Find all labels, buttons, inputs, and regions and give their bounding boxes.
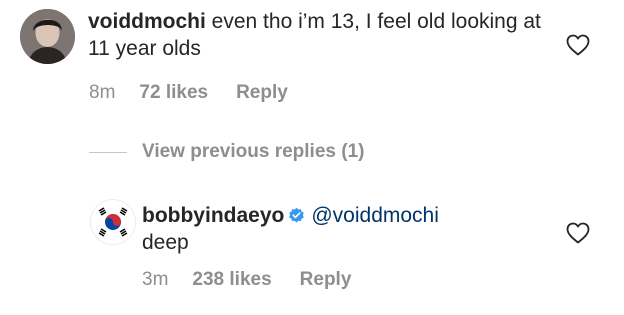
comment-likes[interactable]: 72 likes xyxy=(139,82,208,103)
heart-outline-icon[interactable] xyxy=(566,222,590,244)
replies-divider xyxy=(89,152,127,153)
heart-outline-icon[interactable] xyxy=(566,34,590,56)
reply-avatar[interactable] xyxy=(91,200,135,244)
comment-username[interactable]: voiddmochi xyxy=(88,10,206,33)
comments-section: voiddmochi even tho i’m 13, I feel old l… xyxy=(0,0,624,315)
reply-reply-button[interactable]: Reply xyxy=(300,269,352,290)
verified-badge-icon xyxy=(289,207,305,223)
comment-timestamp: 8m xyxy=(89,82,116,103)
reply-username[interactable]: bobbyindaeyo xyxy=(142,204,284,227)
reply-likes[interactable]: 238 likes xyxy=(192,269,271,290)
comment-reply-button[interactable]: Reply xyxy=(236,82,288,103)
avatar[interactable] xyxy=(20,9,75,64)
reply-mention[interactable]: @voiddmochi xyxy=(311,204,439,227)
comment-meta: 8m 72 likes Reply xyxy=(89,82,288,104)
reply-text: deep xyxy=(142,231,189,254)
reply-timestamp: 3m xyxy=(142,269,169,290)
view-previous-replies-button[interactable]: View previous replies (1) xyxy=(142,141,364,163)
comment-body: voiddmochi even tho i’m 13, I feel old l… xyxy=(88,8,543,62)
reply-meta: 3m 238 likes Reply xyxy=(142,269,351,291)
reply-body: bobbyindaeyo @voiddmochi deep xyxy=(142,202,542,256)
